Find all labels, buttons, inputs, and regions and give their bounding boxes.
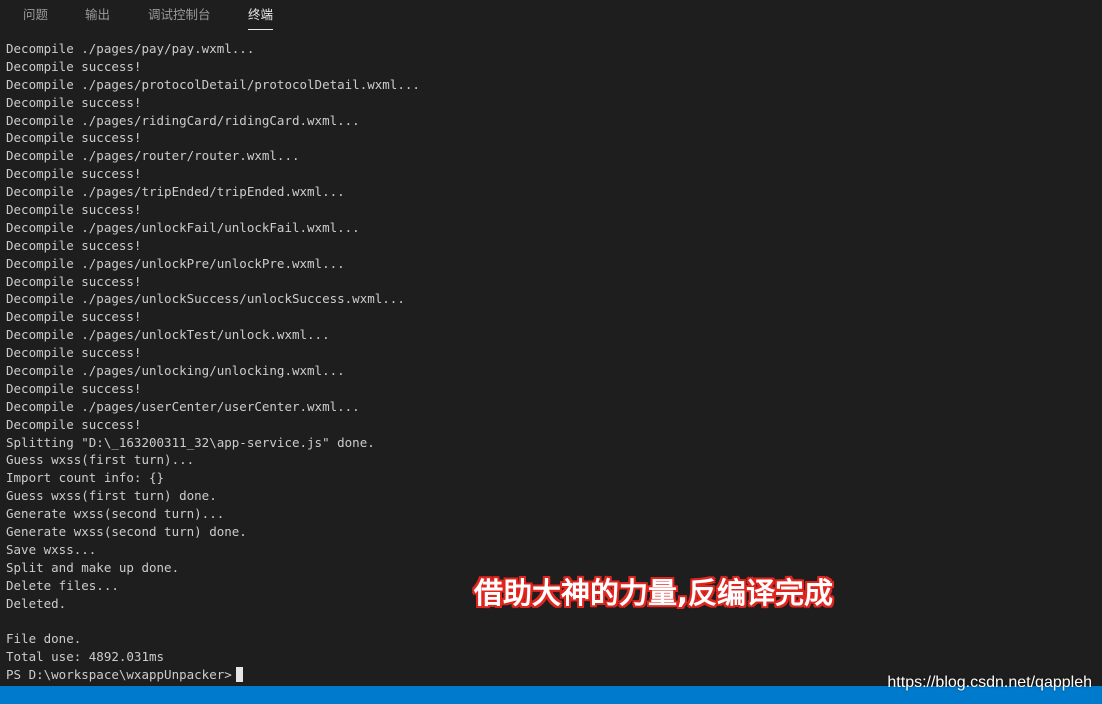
terminal-line: Save wxss... — [6, 541, 97, 557]
text-cursor — [235, 667, 243, 683]
terminal-line: Total use: 4892.031ms — [6, 649, 165, 665]
terminal-line: Import count info: {} — [6, 470, 165, 486]
terminal-line: Generate wxss(second turn)... — [6, 506, 225, 522]
terminal-line: Decompile ./pages/unlockPre/unlockPre.wx… — [6, 255, 345, 271]
terminal-line: Splitting "D:\_163200311_32\app-service.… — [6, 434, 375, 450]
terminal-line: Decompile success! — [6, 416, 142, 432]
terminal-line: Decompile ./pages/router/router.wxml... — [6, 148, 300, 164]
terminal-line: Decompile ./pages/unlockTest/unlock.wxml… — [6, 327, 330, 343]
terminal-line: Decompile success! — [6, 58, 142, 74]
watermark: https://blog.csdn.net/qappleh — [887, 674, 1092, 691]
terminal-line: Guess wxss(first turn)... — [6, 452, 195, 468]
terminal-line: Decompile ./pages/tripEnded/tripEnded.wx… — [6, 184, 345, 200]
terminal-line: Decompile ./pages/protocolDetail/protoco… — [6, 76, 420, 92]
tab-problems[interactable]: 问题 — [23, 0, 48, 30]
terminal-line: Decompile success! — [6, 345, 142, 361]
terminal-line: Guess wxss(first turn) done. — [6, 488, 217, 504]
terminal-prompt: PS D:\workspace\wxappUnpacker> — [6, 667, 232, 683]
terminal-line: Decompile success! — [6, 94, 142, 110]
terminal-line: Decompile ./pages/ridingCard/ridingCard.… — [6, 112, 360, 128]
panel-tab-bar: 问题 输出 调试控制台 终端 — [0, 0, 1102, 34]
terminal-line: Decompile ./pages/unlocking/unlocking.wx… — [6, 363, 345, 379]
terminal-line: Decompile success! — [6, 273, 142, 289]
terminal-line: Decompile success! — [6, 166, 142, 182]
terminal-line: Generate wxss(second turn) done. — [6, 524, 247, 540]
terminal-line: File done. — [6, 631, 82, 647]
terminal-line: Decompile success! — [6, 130, 142, 146]
tab-debug-console[interactable]: 调试控制台 — [148, 0, 211, 30]
vscode-panel: 问题 输出 调试控制台 终端 Decompile ./pages/pay/pay… — [0, 0, 1102, 704]
terminal-line: Decompile success! — [6, 237, 142, 253]
terminal-line: Decompile ./pages/userCenter/userCenter.… — [6, 398, 360, 414]
terminal-line: Decompile ./pages/pay/pay.wxml... — [6, 41, 255, 56]
overlay-caption: 借助大神的力量,反编译完成 — [474, 576, 834, 610]
terminal-line: Decompile success! — [6, 202, 142, 218]
terminal-line: Decompile success! — [6, 380, 142, 396]
tab-terminal[interactable]: 终端 — [248, 0, 274, 30]
tab-output[interactable]: 输出 — [85, 0, 110, 30]
terminal-line: Decompile success! — [6, 309, 142, 325]
terminal-line: Decompile ./pages/unlockFail/unlockFail.… — [6, 219, 360, 235]
terminal-line: Decompile ./pages/unlockSuccess/unlockSu… — [6, 291, 405, 307]
